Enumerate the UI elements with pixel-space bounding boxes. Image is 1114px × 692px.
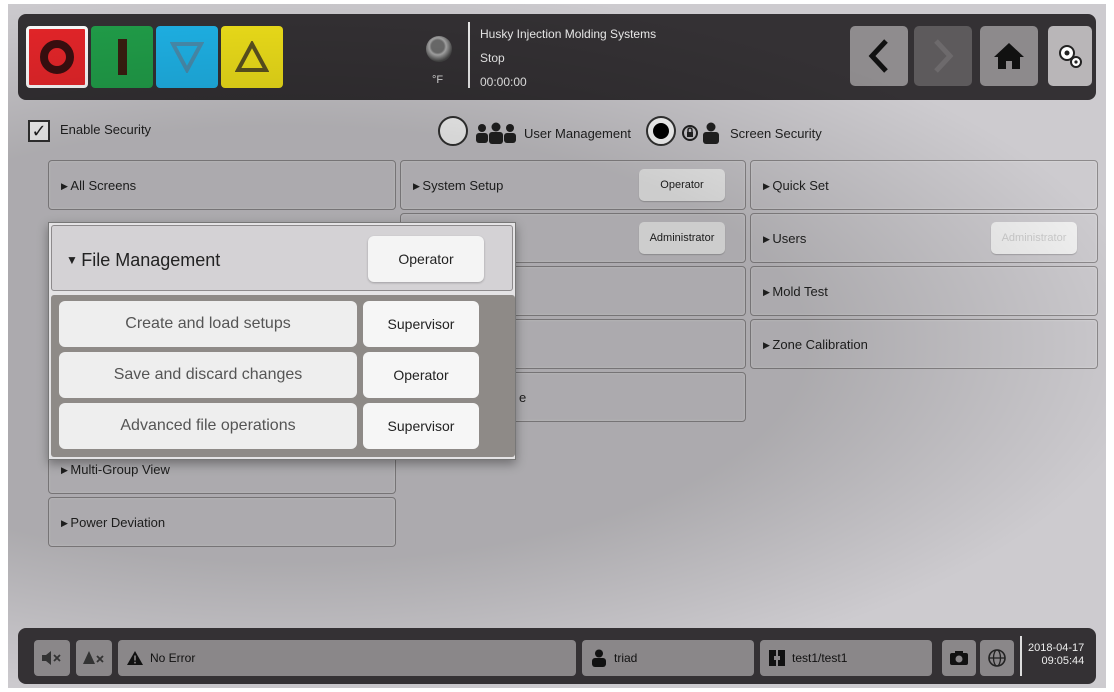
file-management-popup: File Management Operator Create and load… <box>48 222 516 460</box>
mute-button[interactable] <box>34 640 70 676</box>
panel-label-fragment: e <box>519 390 527 405</box>
machine-status: Husky Injection Molding Systems Stop 00:… <box>480 22 656 94</box>
gear-icon <box>1059 45 1082 68</box>
temperature-unit: °F <box>432 74 444 86</box>
screenshot-button[interactable] <box>942 640 976 676</box>
permission-name-button[interactable]: Save and discard changes <box>59 352 357 398</box>
role-button[interactable]: Operator <box>639 169 725 201</box>
alarm-reset-button[interactable] <box>76 640 112 676</box>
screen-security-radio[interactable] <box>646 116 676 146</box>
permission-role-button[interactable]: Supervisor <box>363 301 479 347</box>
current-date: 2018-04-17 <box>1028 642 1085 654</box>
panel-label: Quick Set <box>763 178 828 193</box>
enable-security-label: Enable Security <box>60 122 152 137</box>
start-button[interactable] <box>91 26 153 88</box>
stop-icon <box>40 40 74 74</box>
panel-label: All Screens <box>61 178 136 193</box>
panel-zone-calibration[interactable]: Zone Calibration <box>750 319 1098 369</box>
error-text: No Error <box>150 651 196 665</box>
chevron-right-icon <box>934 39 954 73</box>
panel-system-setup[interactable]: System Setup Operator <box>400 160 746 210</box>
alarm-status[interactable]: No Error <box>118 640 576 676</box>
app-screen: °F Husky Injection Molding Systems Stop … <box>8 4 1106 688</box>
triangle-up-icon <box>235 41 269 72</box>
current-mold[interactable]: test1/test1 <box>760 640 932 676</box>
panel-all-screens[interactable]: All Screens <box>48 160 396 210</box>
home-button[interactable] <box>980 26 1038 86</box>
popup-title: File Management <box>66 250 220 271</box>
panel-quick-set[interactable]: Quick Set <box>750 160 1098 210</box>
screen-security-label: Screen Security <box>730 125 822 141</box>
permission-name-button[interactable]: Advanced file operations <box>59 403 357 449</box>
popup-header[interactable]: File Management Operator <box>51 225 513 291</box>
mold-icon <box>769 650 785 666</box>
panel-label: Multi-Group View <box>61 462 169 477</box>
date-time: 2018-04-17 09:05:44 <box>1028 642 1084 668</box>
forward-button[interactable] <box>914 26 972 86</box>
panel-label: Users <box>763 231 806 246</box>
top-bar: °F Husky Injection Molding Systems Stop … <box>18 14 1096 100</box>
panel-label: Mold Test <box>763 284 827 299</box>
popup-body: Create and load setups Supervisor Save a… <box>51 295 515 457</box>
machine-state: Stop <box>480 51 505 65</box>
home-icon <box>994 43 1024 69</box>
start-icon <box>117 39 127 75</box>
triangle-down-icon <box>170 42 204 73</box>
role-button[interactable]: Administrator <box>639 222 725 254</box>
user-icon <box>592 649 606 667</box>
user-management-label: User Management <box>524 125 631 141</box>
list-item: Advanced file operations Supervisor <box>59 403 507 449</box>
camera-icon <box>950 651 968 665</box>
user-name: triad <box>614 651 638 665</box>
current-time: 09:05:44 <box>1041 655 1085 667</box>
status-divider <box>1020 636 1022 676</box>
permission-role-button[interactable]: Operator <box>363 352 479 398</box>
user-management-option[interactable]: User Management <box>474 122 631 144</box>
header-divider <box>468 22 470 88</box>
warning-icon <box>127 651 143 665</box>
globe-icon <box>988 649 1006 667</box>
system-name: Husky Injection Molding Systems <box>480 27 657 41</box>
panel-users[interactable]: Users Administrator <box>750 213 1098 263</box>
user-group-icon <box>476 122 516 144</box>
popup-role-button[interactable]: Operator <box>368 236 484 282</box>
stop-button[interactable] <box>26 26 88 88</box>
checkmark-icon: ✓ <box>31 121 47 141</box>
panel-power-deviation[interactable]: Power Deviation <box>48 497 396 547</box>
mold-name: test1/test1 <box>792 651 848 665</box>
permission-name-button[interactable]: Create and load setups <box>59 301 357 347</box>
move-down-button[interactable] <box>156 26 218 88</box>
chevron-left-icon <box>868 39 888 73</box>
panel-mold-test[interactable]: Mold Test <box>750 266 1098 316</box>
lock-user-icon <box>682 122 719 144</box>
user-management-radio[interactable] <box>438 116 468 146</box>
screen-security-option[interactable]: Screen Security <box>682 122 822 144</box>
list-item: Create and load setups Supervisor <box>59 301 507 347</box>
temperature-knob-icon[interactable] <box>426 36 452 62</box>
back-button[interactable] <box>850 26 908 86</box>
panel-label: Zone Calibration <box>763 337 867 352</box>
permission-role-button[interactable]: Supervisor <box>363 403 479 449</box>
language-button[interactable] <box>980 640 1014 676</box>
role-button[interactable]: Administrator <box>991 222 1077 254</box>
move-up-button[interactable] <box>221 26 283 88</box>
panel-label: Power Deviation <box>61 515 165 530</box>
status-bar: No Error triad test1/test1 2018-04-17 09… <box>18 628 1096 684</box>
panel-label: System Setup <box>413 178 503 193</box>
enable-security-checkbox[interactable]: ✓ <box>28 120 50 142</box>
machine-timer: 00:00:00 <box>480 75 527 89</box>
speaker-muted-icon <box>42 651 61 665</box>
warning-dismiss-icon <box>83 651 104 664</box>
settings-button[interactable] <box>1048 26 1092 86</box>
list-item: Save and discard changes Operator <box>59 352 507 398</box>
current-user[interactable]: triad <box>582 640 754 676</box>
